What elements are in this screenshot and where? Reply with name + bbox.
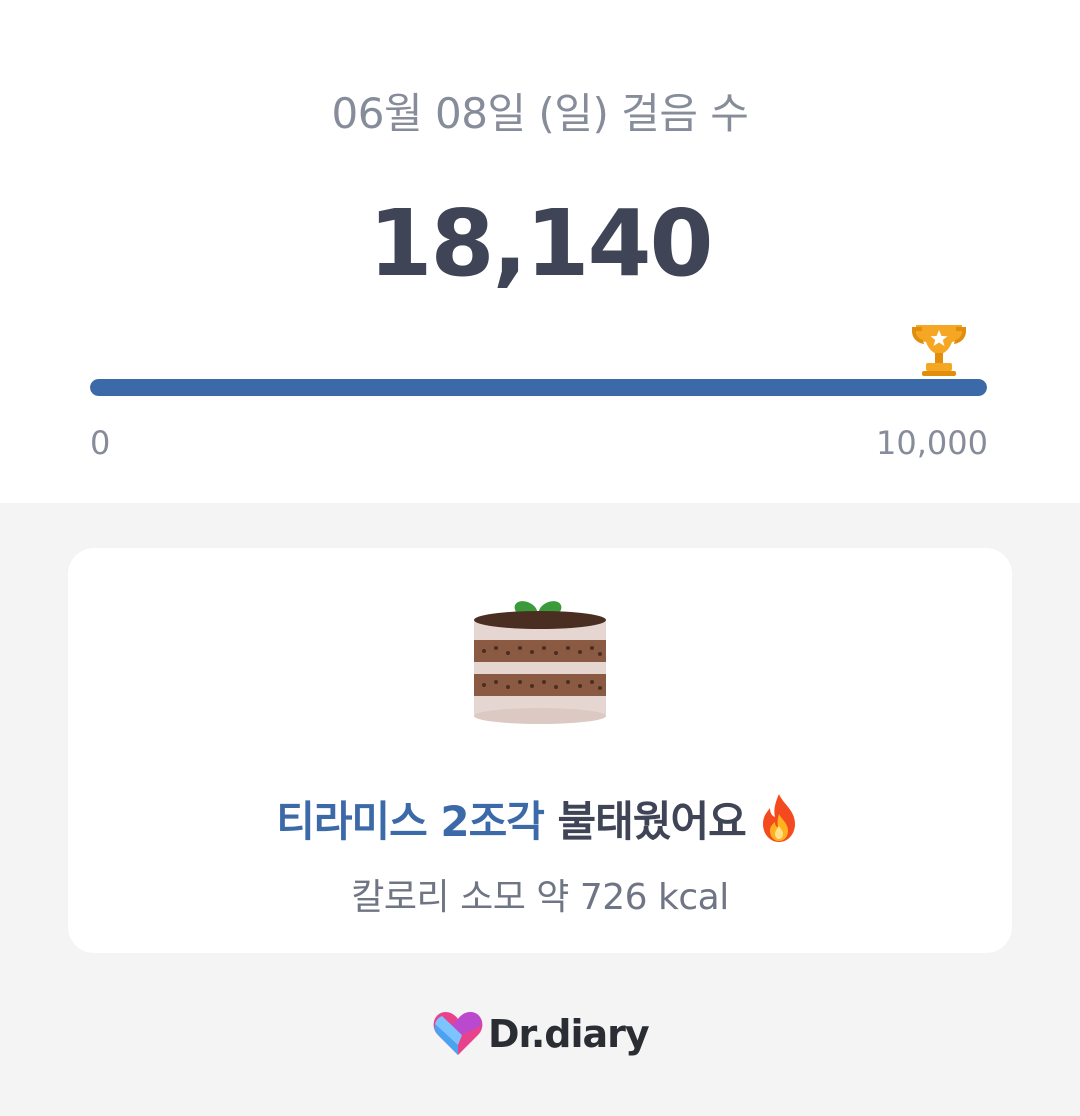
calorie-burned-text: 칼로리 소모 약 726 kcal (351, 877, 729, 918)
brand-name: Dr.diary (488, 1012, 650, 1056)
date-title: 06월 08일 (일) 걸음 수 (331, 89, 749, 138)
step-count: 18,140 (368, 190, 713, 297)
trophy-icon (912, 325, 966, 376)
burn-food-highlight: 티라미스 2조각 (276, 797, 545, 846)
calorie-card: 티라미스 2조각 불태웠어요 칼로리 소모 약 726 kcal (68, 548, 1012, 953)
progress-min-label: 0 (90, 424, 111, 462)
progress-max-label: 10,000 (876, 424, 988, 462)
fire-icon (762, 794, 795, 842)
burn-message-text: 불태웠어요 (543, 797, 747, 846)
step-summary-panel: 06월 08일 (일) 걸음 수 18,140 0 10,000 (0, 0, 1080, 503)
burn-message: 티라미스 2조각 불태웠어요 (68, 788, 1012, 849)
step-progress-bar (90, 379, 987, 396)
step-progress-fill (90, 379, 987, 396)
dr-diary-logo-icon (433, 1011, 483, 1055)
tiramisu-cake-icon (474, 601, 606, 724)
brand-footer: Dr.diary (432, 1008, 650, 1060)
